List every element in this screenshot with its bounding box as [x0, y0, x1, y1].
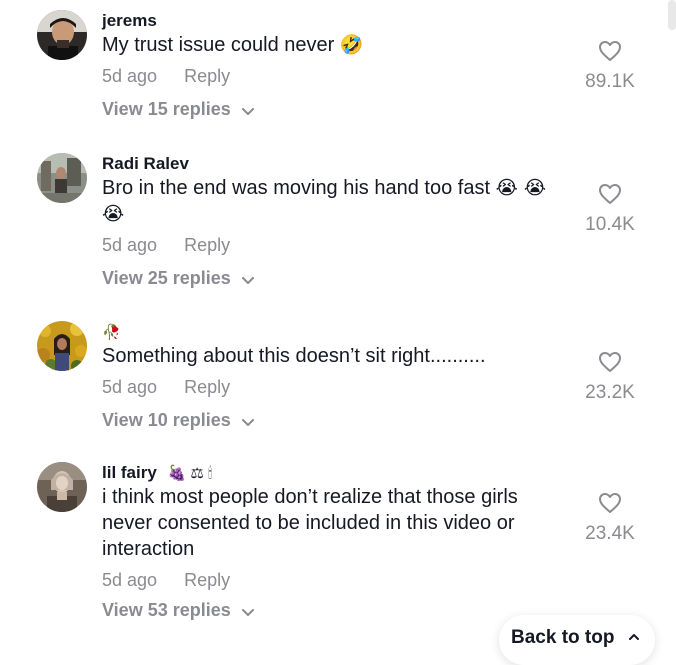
back-to-top-button[interactable]: Back to top — [499, 615, 655, 665]
view-replies-label: View 10 replies — [102, 410, 231, 430]
comment-text: i think most people don’t realize that t… — [102, 484, 552, 562]
avatar[interactable] — [37, 153, 87, 203]
view-replies-label: View 15 replies — [102, 99, 231, 119]
heart-outline-icon[interactable] — [575, 40, 645, 67]
username-text[interactable]: Radi Ralev — [102, 154, 189, 173]
chevron-down-icon — [241, 267, 254, 291]
comment-time: 5d ago — [102, 377, 158, 397]
view-replies-button[interactable]: View 25 replies — [102, 266, 254, 291]
comment-meta: 5d ago Reply — [102, 568, 572, 592]
view-replies-button[interactable]: View 53 replies — [102, 598, 254, 623]
like-area: 23.2K — [575, 351, 645, 405]
reply-button[interactable]: Reply — [184, 570, 230, 590]
comment-time: 5d ago — [102, 66, 158, 86]
view-replies-button[interactable]: View 15 replies — [102, 97, 254, 122]
heart-outline-icon[interactable] — [575, 492, 645, 519]
comment-time: 5d ago — [102, 570, 158, 590]
back-to-top-label: Back to top — [511, 627, 615, 649]
like-count: 89.1K — [585, 71, 635, 92]
comment-time: 5d ago — [102, 235, 158, 255]
comment-username[interactable]: lil fairy 🍇 ⚖ 🕯 — [102, 462, 572, 484]
comment-content: lil fairy 🍇 ⚖ 🕯 i think most people don’… — [102, 462, 572, 623]
comment-username[interactable]: 🥀 — [102, 321, 572, 343]
comment-text: Bro in the end was moving his hand too f… — [102, 175, 572, 227]
like-count: 10.4K — [585, 214, 635, 235]
comment-text-body: Bro in the end was moving his hand too f… — [102, 177, 491, 199]
comment-text: Something about this doesn’t sit right..… — [102, 343, 572, 369]
chevron-up-icon — [628, 615, 640, 661]
chevron-down-icon — [241, 409, 254, 433]
chevron-down-icon — [241, 599, 254, 623]
comment-meta: 5d ago Reply — [102, 375, 572, 399]
comment-text-body: i think most people don’t realize that t… — [102, 486, 518, 560]
emoji-icon: 🍇 ⚖ 🕯 — [167, 465, 213, 482]
avatar[interactable] — [37, 321, 87, 371]
heart-outline-icon[interactable] — [575, 351, 645, 378]
view-replies-label: View 25 replies — [102, 268, 231, 288]
like-count: 23.2K — [585, 382, 635, 403]
comment-content: 🥀 Something about this doesn’t sit right… — [102, 321, 572, 433]
comment-text-body: My trust issue could never — [102, 34, 335, 56]
like-area: 10.4K — [575, 183, 645, 237]
scrollbar[interactable] — [668, 0, 676, 643]
avatar[interactable] — [37, 462, 87, 512]
comment-content: jerems My trust issue could never 🤣 5d a… — [102, 10, 572, 122]
avatar[interactable] — [37, 10, 87, 60]
comment-text-body: Something about this doesn’t sit right..… — [102, 345, 486, 367]
scrollbar-thumb[interactable] — [668, 0, 676, 30]
like-count: 23.4K — [585, 523, 635, 544]
comment-username[interactable]: jerems — [102, 10, 572, 32]
comment-text: My trust issue could never 🤣 — [102, 32, 572, 58]
reply-button[interactable]: Reply — [184, 66, 230, 86]
comment-meta: 5d ago Reply — [102, 233, 572, 257]
heart-outline-icon[interactable] — [575, 183, 645, 210]
emoji-icon: 🤣 — [339, 34, 364, 56]
like-area: 89.1K — [575, 40, 645, 94]
like-area: 23.4K — [575, 492, 645, 546]
username-text[interactable]: lil fairy — [102, 463, 157, 482]
comment-meta: 5d ago Reply — [102, 64, 572, 88]
reply-button[interactable]: Reply — [184, 377, 230, 397]
comment-content: Radi Ralev Bro in the end was moving his… — [102, 153, 572, 291]
reply-button[interactable]: Reply — [184, 235, 230, 255]
rose-emoji-icon: 🥀 — [102, 324, 121, 341]
view-replies-label: View 53 replies — [102, 600, 231, 620]
view-replies-button[interactable]: View 10 replies — [102, 408, 254, 433]
chevron-down-icon — [241, 98, 254, 122]
username-text[interactable]: jerems — [102, 11, 157, 30]
comment-username[interactable]: Radi Ralev — [102, 153, 572, 175]
